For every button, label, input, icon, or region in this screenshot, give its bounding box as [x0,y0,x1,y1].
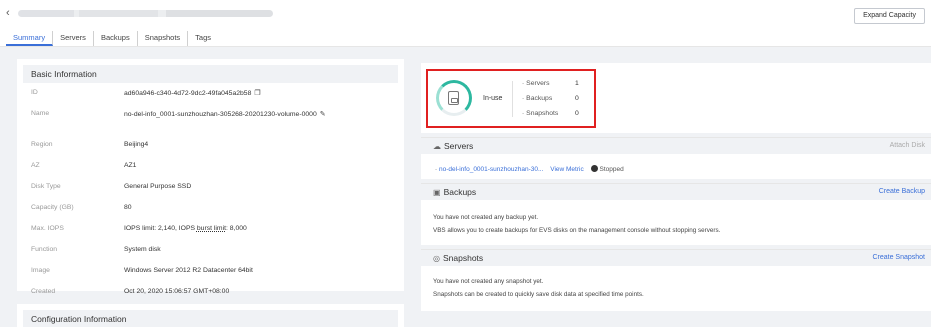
disk-icon [448,91,459,105]
disk-id-value: ad60a946-c340-4d72-9dc2-49fa045a2b58 [124,90,252,97]
info-value: General Purpose SSD [124,183,192,190]
count-value: 0 [575,110,579,117]
info-label: Image [31,267,50,274]
count-value: 1 [575,80,579,87]
edit-pencil-icon[interactable]: ✎ [320,110,326,118]
info-label: Name [31,110,50,117]
info-label: ID [31,89,38,96]
snapshots-section: ◎ Snapshots Create Snapshot You have not … [421,249,931,311]
burst-limit-term[interactable]: burst limit [197,225,226,232]
count-snapshots: Snapshots0 [522,110,579,117]
info-row-id: ID ad60a946-c340-4d72-9dc2-49fa045a2b58 ❐ [31,89,394,101]
info-value: Oct 20, 2020 15:06:57 GMT+08:00 [124,288,230,295]
backups-title: ▣ Backups [433,187,476,197]
tab-snapshots[interactable]: Snapshots [138,31,189,46]
basic-information-title: Basic Information [23,65,398,83]
server-state: Stopped [599,166,624,173]
server-name-link[interactable]: no-del-info_0001-sunzhouzhan-30... [435,166,543,173]
count-key: Servers [522,80,575,87]
info-row-disk-type: Disk Type General Purpose SSD [31,183,394,195]
backups-section: ▣ Backups Create Backup You have not crea… [421,183,931,245]
snapshot-icon: ◎ [433,254,440,263]
count-key: Backups [522,95,575,102]
burst-limit-value: : 8,000 [226,225,247,232]
info-label: AZ [31,162,40,169]
configuration-information-title: Configuration Information [23,310,398,327]
count-key: Snapshots [522,110,575,117]
info-value: System disk [124,246,161,253]
snapshots-info-text: Snapshots can be created to quickly save… [433,291,644,298]
info-label: Max. IOPS [31,225,64,232]
servers-title-text: Servers [444,141,474,151]
backups-empty-text: You have not created any backup yet. [433,214,539,221]
info-row-az: AZ AZ1 [31,162,394,174]
info-value: Beijing4 [124,141,149,148]
servers-section: ☁Servers Attach Disk no-del-info_0001-su… [421,137,931,179]
backups-info-text: VBS allows you to create backups for EVS… [433,227,721,234]
info-value: no-del-info_0001-sunzhouzhan-305268-2020… [124,110,326,118]
info-value: ad60a946-c340-4d72-9dc2-49fa045a2b58 ❐ [124,89,261,97]
cloud-server-icon: ☁ [433,142,441,151]
server-entry: no-del-info_0001-sunzhouzhan-30... View … [435,165,624,173]
stopped-status-icon [590,165,598,172]
count-servers: Servers1 [522,80,579,87]
view-metric-link[interactable]: View Metric [550,166,583,173]
create-snapshot-button[interactable]: Create Snapshot [872,254,925,261]
info-row-name: Name no-del-info_0001-sunzhouzhan-305268… [31,110,394,122]
redacted-title [18,10,273,17]
iops-limit-text: IOPS limit: 2,140, IOPS [124,225,197,232]
info-label: Disk Type [31,183,61,190]
create-backup-button[interactable]: Create Backup [879,188,925,195]
info-label: Created [31,288,56,295]
tab-servers[interactable]: Servers [53,31,94,46]
snapshots-empty-text: You have not created any snapshot yet. [433,278,544,285]
basic-information-panel: Basic Information ID ad60a946-c340-4d72-… [17,59,404,295]
servers-title: ☁ Servers [433,141,473,151]
disk-name-value: no-del-info_0001-sunzhouzhan-305268-2020… [124,111,317,118]
disk-status-label: In-use [483,95,503,102]
info-value: 80 [124,204,132,211]
backup-icon: ▣ [433,188,441,197]
configuration-information-panel: Configuration Information [17,304,404,327]
info-row-function: Function System disk [31,246,394,258]
count-backups: Backups0 [522,95,579,102]
info-label: Function [31,246,58,253]
count-value: 0 [575,95,579,102]
snapshots-header: ◎ Snapshots Create Snapshot [421,249,931,266]
info-row-max-iops: Max. IOPS IOPS limit: 2,140, IOPS burst … [31,225,394,237]
info-value: AZ1 [124,162,137,169]
info-label: Capacity (GB) [31,204,74,211]
tab-backups[interactable]: Backups [94,31,138,46]
backups-header: ▣ Backups Create Backup [421,183,931,200]
info-value: Windows Server 2012 R2 Datacenter 64bit [124,267,253,274]
servers-header: ☁ Servers Attach Disk [421,137,931,154]
tab-summary[interactable]: Summary [6,31,54,46]
info-row-capacity: Capacity (GB) 80 [31,204,394,216]
page-header: ‹ Expand Capacity Summary Servers Backup… [0,0,931,47]
tab-tags[interactable]: Tags [188,31,218,46]
divider [512,81,513,117]
tab-bar: Summary Servers Backups Snapshots Tags [6,31,218,46]
backups-title-text: Backups [443,187,477,197]
expand-capacity-button[interactable]: Expand Capacity [854,8,925,24]
info-row-image: Image Windows Server 2012 R2 Datacenter … [31,267,394,279]
info-row-created: Created Oct 20, 2020 15:06:57 GMT+08:00 [31,288,394,300]
snapshots-title-text: Snapshots [442,253,484,263]
info-label: Region [31,141,53,148]
info-value: IOPS limit: 2,140, IOPS burst limit: 8,0… [124,225,247,232]
back-arrow-icon[interactable]: ‹ [6,7,10,19]
copy-icon[interactable]: ❐ [254,89,260,97]
info-row-region: Region Beijing4 [31,141,394,153]
attach-disk-button[interactable]: Attach Disk [890,142,925,149]
snapshots-title: ◎ Snapshots [433,253,483,263]
